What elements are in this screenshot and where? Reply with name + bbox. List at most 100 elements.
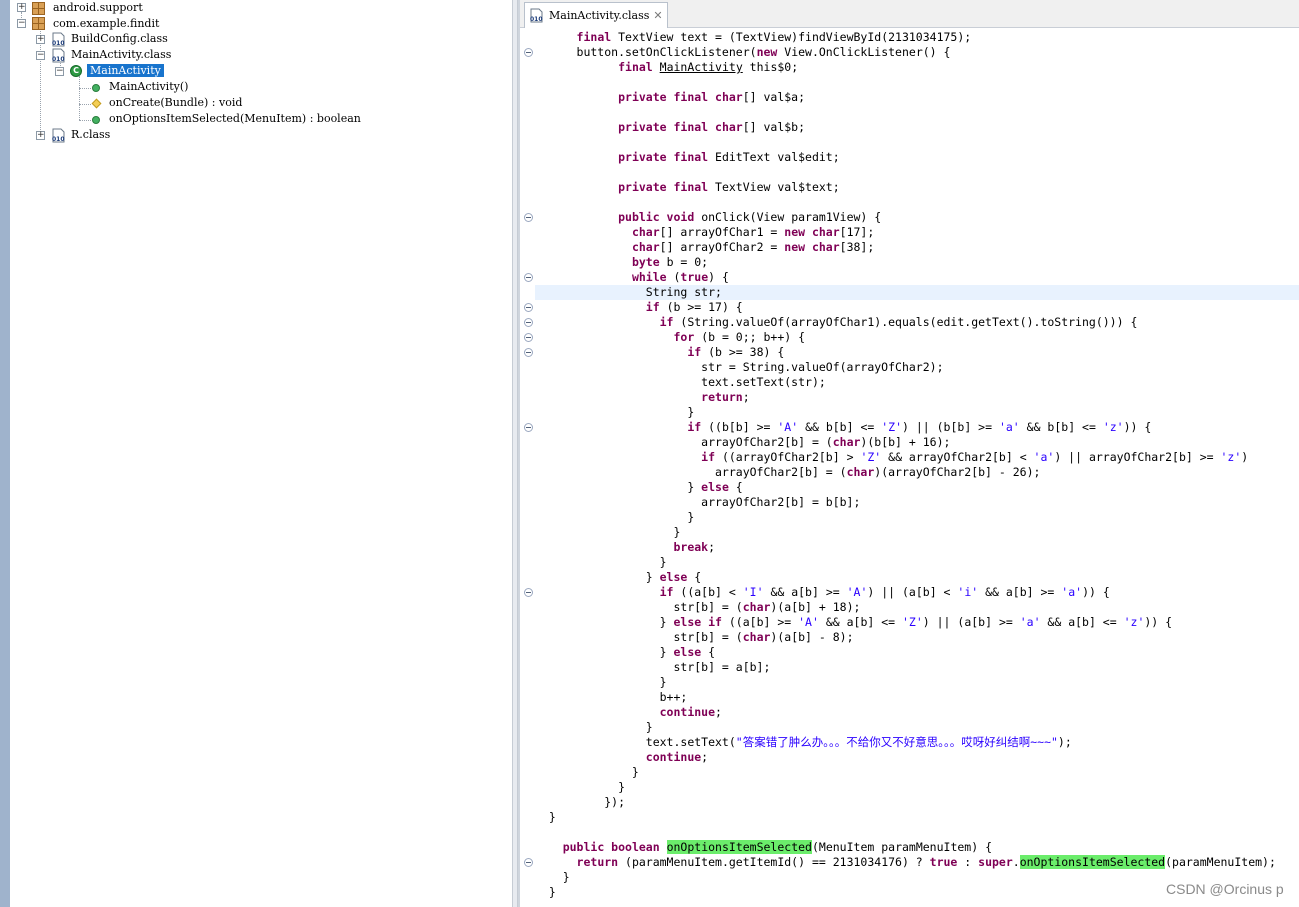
code-line[interactable]: } [535, 510, 694, 525]
code-line[interactable]: arrayOfChar2[b] = b[b]; [535, 495, 860, 510]
code-text: TextView text = (TextView)findViewById(2… [611, 30, 972, 44]
code-line[interactable]: arrayOfChar2[b] = (char)(arrayOfChar2[b]… [535, 465, 1040, 480]
code-line[interactable]: } [535, 405, 694, 420]
code-line[interactable]: } [535, 780, 625, 795]
code-line[interactable]: } [535, 765, 639, 780]
code-line[interactable]: if ((arrayOfChar2[b] > 'Z' && arrayOfCha… [535, 450, 1248, 465]
code-line[interactable]: continue; [535, 750, 708, 765]
collapse-fold-icon[interactable] [524, 48, 533, 57]
code-line[interactable]: str[b] = (char)(a[b] - 8); [535, 630, 853, 645]
code-line[interactable]: final TextView text = (TextView)findView… [535, 30, 972, 45]
code-line[interactable]: private final char[] val$a; [535, 90, 805, 105]
code-line[interactable]: return; [535, 390, 749, 405]
code-line[interactable]: public boolean onOptionsItemSelected(Men… [535, 840, 992, 855]
code-text: (String.valueOf(arrayOfChar1).equals(edi… [673, 315, 1138, 329]
collapse-toggle[interactable]: − [36, 51, 45, 60]
code-line[interactable]: arrayOfChar2[b] = (char)(b[b] + 16); [535, 435, 950, 450]
code-line[interactable]: final MainActivity this$0; [535, 60, 798, 75]
code-line[interactable]: char[] arrayOfChar1 = new char[17]; [535, 225, 874, 240]
code-line[interactable]: text.setText("答案错了肿么办。。。不给你又不好意思。。。哎呀好纠结… [535, 735, 1072, 750]
code-line[interactable]: if (b >= 38) { [535, 345, 784, 360]
code-line[interactable]: } [535, 870, 570, 885]
tree-item-label[interactable]: MainActivity() [109, 80, 188, 93]
close-icon[interactable]: ✕ [653, 9, 662, 22]
code-line[interactable]: for (b = 0;; b++) { [535, 330, 805, 345]
code-line[interactable]: if ((b[b] >= 'A' && b[b] <= 'Z') || (b[b… [535, 420, 1151, 435]
code-line[interactable]: text.setText(str); [535, 375, 826, 390]
code-editor[interactable]: final TextView text = (TextView)findView… [535, 30, 1299, 907]
tree-item-label[interactable]: onCreate(Bundle) : void [109, 96, 242, 109]
expand-toggle[interactable]: + [36, 35, 45, 44]
collapse-fold-icon[interactable] [524, 213, 533, 222]
tree-item-label[interactable]: com.example.findit [53, 17, 159, 30]
code-line[interactable]: b++; [535, 690, 688, 705]
code-line[interactable]: str[b] = a[b]; [535, 660, 770, 675]
code-line[interactable]: } else { [535, 480, 742, 495]
code-line[interactable]: str[b] = (char)(a[b] + 18); [535, 600, 860, 615]
code-line[interactable]: private final TextView val$text; [535, 180, 840, 195]
code-line[interactable]: break; [535, 540, 715, 555]
code-line[interactable]: } [535, 555, 667, 570]
expand-toggle[interactable]: + [17, 3, 26, 12]
tree-item-label[interactable]: BuildConfig.class [71, 32, 168, 45]
code-line[interactable]: } [535, 810, 556, 825]
expand-toggle[interactable]: + [36, 131, 45, 140]
collapse-fold-icon[interactable] [524, 273, 533, 282]
collapse-fold-icon[interactable] [524, 423, 533, 432]
tree-item-label[interactable]: android.support [53, 1, 143, 14]
code-line[interactable]: private final EditText val$edit; [535, 150, 840, 165]
code-line[interactable]: button.setOnClickListener(new View.OnCli… [535, 45, 951, 60]
code-line[interactable]: if (b >= 17) { [535, 300, 743, 315]
code-text: )(arrayOfChar2[b] - 26); [874, 465, 1041, 479]
tree-item-label[interactable]: onOptionsItemSelected(MenuItem) : boolea… [109, 112, 361, 125]
tree-item-label-selected[interactable]: MainActivity [87, 64, 164, 77]
code-text: ) || (a[b] < [867, 585, 958, 599]
code-line[interactable]: byte b = 0; [535, 255, 708, 270]
class-file-icon: 010 [52, 32, 65, 47]
code-text: )) { [1082, 585, 1110, 599]
collapse-fold-icon[interactable] [524, 333, 533, 342]
code-keyword: byte [631, 255, 660, 269]
collapse-toggle[interactable]: − [17, 19, 26, 28]
code-line[interactable]: } else if ((a[b] >= 'A' && a[b] <= 'Z') … [535, 615, 1172, 630]
code-text: ; [708, 540, 716, 554]
code-line[interactable]: if (String.valueOf(arrayOfChar1).equals(… [535, 315, 1138, 330]
collapse-fold-icon[interactable] [524, 588, 533, 597]
code-text: arrayOfChar2[b] = b[b]; [535, 495, 861, 509]
editor-tab[interactable]: 010 MainActivity.class ✕ [524, 2, 668, 28]
tree-item-label[interactable]: MainActivity.class [71, 48, 171, 61]
code-line[interactable]: } else { [535, 570, 701, 585]
collapse-toggle[interactable]: − [55, 67, 64, 76]
code-line[interactable]: continue; [535, 705, 722, 720]
collapse-fold-icon[interactable] [524, 348, 533, 357]
tree-item-label[interactable]: R.class [71, 128, 110, 141]
code-line[interactable]: } else { [535, 645, 715, 660]
code-line[interactable]: char[] arrayOfChar2 = new char[38]; [535, 240, 874, 255]
collapse-fold-icon[interactable] [524, 318, 533, 327]
code-text: [17]; [839, 225, 875, 239]
code-line[interactable]: } [535, 675, 667, 690]
code-text: } [535, 570, 660, 584]
code-text: [38]; [839, 240, 875, 254]
code-line[interactable]: if ((a[b] < 'I' && a[b] >= 'A') || (a[b]… [535, 585, 1110, 600]
collapse-fold-icon[interactable] [524, 303, 533, 312]
code-line[interactable]: return (paramMenuItem.getItemId() == 213… [535, 855, 1276, 870]
code-string: 'z' [1123, 615, 1145, 629]
code-text: ; [715, 705, 722, 719]
code-line[interactable]: str = String.valueOf(arrayOfChar2); [535, 360, 943, 375]
code-line[interactable]: } [535, 525, 680, 540]
collapse-fold-icon[interactable] [524, 858, 533, 867]
code-text: button.setOnClickListener( [535, 45, 757, 59]
code-line[interactable]: } [535, 885, 556, 900]
code-line[interactable]: public void onClick(View param1View) { [535, 210, 881, 225]
code-line[interactable]: }); [535, 795, 625, 810]
package-tree[interactable]: + android.support − com.example.findit +… [10, 0, 512, 907]
code-line[interactable]: private final char[] val$b; [535, 120, 805, 135]
code-line[interactable]: while (true) { [535, 270, 729, 285]
code-line[interactable]: } [535, 720, 653, 735]
code-line[interactable]: String str; [535, 285, 1299, 300]
